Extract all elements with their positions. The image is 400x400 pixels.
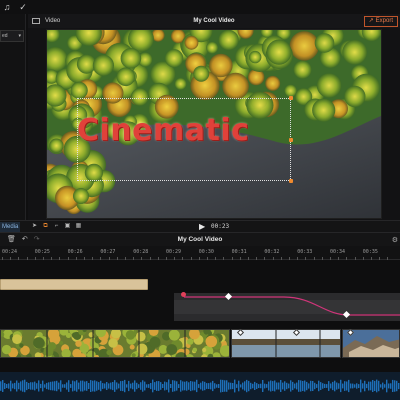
keyframe-marker[interactable] [181,292,186,297]
top-bar: ♫ ✓ [0,0,400,14]
grid-icon[interactable]: ▦ [75,223,82,230]
ruler-tick-label: 00:29 [166,249,182,255]
title-clip[interactable] [0,279,148,290]
ruler-tick-label: 00:30 [198,249,214,255]
video-clip-forest[interactable] [0,329,230,358]
ruler-tick-label: 00:32 [264,249,280,255]
overlay-title-text[interactable]: Cinematic [77,113,249,148]
audio-waveform [0,379,400,393]
ruler-tick-label: 00:34 [330,249,346,255]
export-button[interactable]: ↗ Export [363,16,398,27]
chevron-down-icon: ▾ [18,33,21,39]
crop-icon[interactable]: ⌐ [53,223,60,230]
audio-track[interactable] [0,372,400,400]
resize-handle-bottom-right[interactable] [289,179,293,183]
timeline-header: 🗑 ↶ ↷ My Cool Video ⚙ [0,232,400,246]
timeline-tracks [0,260,400,400]
ruler-tick-label: 00:31 [231,249,247,255]
monitor-icon [32,18,40,24]
transport-bar: Media ➤ ⧉ ⌐ ▣ ▦ ▶ 00:23 [0,220,400,232]
music-icon[interactable]: ♫ [2,2,12,12]
filter-select-value: ed [2,33,8,39]
ruler-tick-label: 00:24 [2,249,18,255]
check-circle-icon[interactable]: ✓ [18,2,28,12]
video-viewer: Cinematic [28,28,400,220]
export-label: Export [375,18,393,24]
viewer-tools: ➤ ⧉ ⌐ ▣ ▦ [31,223,82,230]
forest-thumbnail [1,330,229,357]
video-clip-lake[interactable] [231,329,341,358]
project-title: My Cool Video [193,18,235,24]
ruler-tick-label: 00:27 [100,249,116,255]
viewer-header: Video My Cool Video ↗ Export [28,14,400,28]
ruler-tick-label: 00:35 [362,249,378,255]
video-frame[interactable]: Cinematic [46,29,382,219]
timeline-title: My Cool Video [177,236,223,243]
gear-icon[interactable]: ⚙ [392,236,398,244]
viewer-tab-label[interactable]: Video [45,18,60,24]
timeline-ruler[interactable]: 00:24 00:25 00:26 00:27 00:28 00:29 00:30 00:31… [0,246,400,260]
transform-icon[interactable]: ⧉ [42,223,49,230]
pointer-icon[interactable]: ➤ [31,223,38,230]
video-track [0,328,400,358]
timecode: 00:23 [211,223,230,230]
left-panel: ed ▾ [0,14,26,220]
snap-icon[interactable]: ▣ [64,223,71,230]
effect-clip-thumbnails [174,293,400,321]
ruler-tick-label: 00:26 [67,249,83,255]
ruler-tick-label: 00:25 [34,249,50,255]
media-tab[interactable]: Media [0,222,21,232]
export-icon: ↗ [368,18,374,24]
lake-thumbnail [232,330,340,357]
play-button[interactable]: ▶ [199,222,205,231]
ruler-tick-label: 00:33 [297,249,313,255]
filter-select[interactable]: ed ▾ [0,30,24,42]
resize-handle-mid-right[interactable] [289,138,293,142]
resize-handle-top-right[interactable] [289,96,293,100]
effect-clip[interactable] [174,292,400,321]
ruler-tick-label: 00:28 [133,249,149,255]
